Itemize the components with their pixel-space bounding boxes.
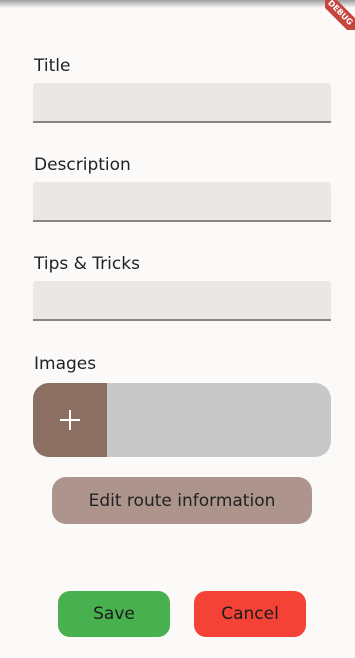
description-input[interactable] [33,182,331,220]
tips-input[interactable] [33,281,331,319]
edit-route-button[interactable]: Edit route information [52,477,312,524]
top-divider [0,0,355,8]
plus-icon [60,410,80,430]
description-label: Description [34,155,131,175]
debug-banner: DEBUG [325,0,355,30]
description-field[interactable] [33,182,331,222]
debug-banner-label: DEBUG [325,0,355,30]
title-label: Title [34,56,71,76]
tips-label: Tips & Tricks [34,254,140,274]
title-input[interactable] [33,83,331,121]
title-field[interactable] [33,83,331,123]
add-image-button[interactable] [33,383,107,457]
save-button[interactable]: Save [58,591,170,637]
images-strip [33,383,331,457]
tips-field[interactable] [33,281,331,321]
images-label: Images [34,354,97,374]
cancel-button[interactable]: Cancel [194,591,306,637]
